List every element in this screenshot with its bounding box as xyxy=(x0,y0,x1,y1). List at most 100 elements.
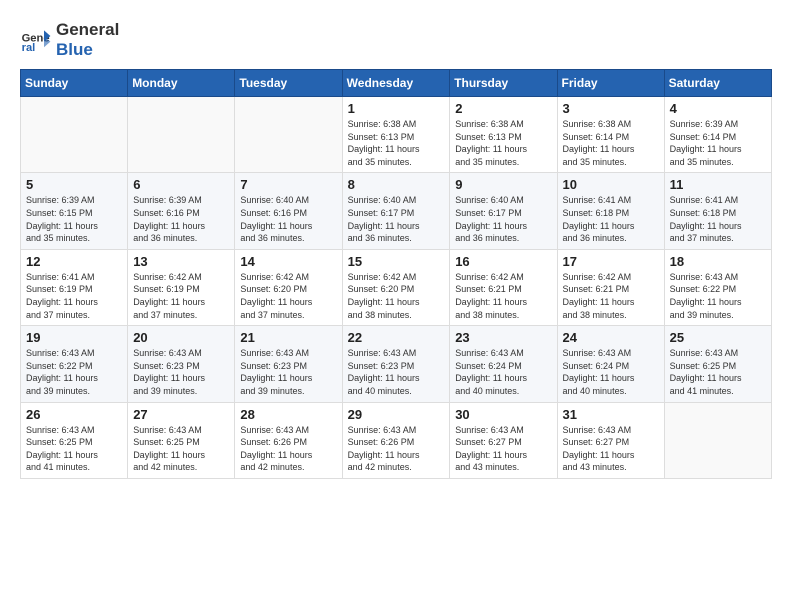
day-number: 2 xyxy=(455,101,551,116)
calendar-cell: 30 Sunrise: 6:43 AM Sunset: 6:27 PM Dayli… xyxy=(450,402,557,478)
calendar-cell: 20Sunrise: 6:43 AM Sunset: 6:23 PM Dayli… xyxy=(128,326,235,402)
calendar-cell: 26 Sunrise: 6:43 AM Sunset: 6:25 PM Dayli… xyxy=(21,402,128,478)
calendar-cell: 3 Sunrise: 6:38 AM Sunset: 6:14 PM Daylig… xyxy=(557,97,664,173)
day-number: 24 xyxy=(563,330,659,345)
calendar-cell: 27 Sunrise: 6:43 AM Sunset: 6:25 PM Dayli… xyxy=(128,402,235,478)
calendar-cell: 23 Sunrise: 6:43 AM Sunset: 6:24 PM Dayli… xyxy=(450,326,557,402)
calendar-cell: 2 Sunrise: 6:38 AM Sunset: 6:13 PM Daylig… xyxy=(450,97,557,173)
calendar-table: SundayMondayTuesdayWednesdayThursdayFrid… xyxy=(20,69,772,479)
day-number: 23 xyxy=(455,330,551,345)
logo-text-general: General xyxy=(56,20,119,40)
logo-text-blue: Blue xyxy=(56,40,119,60)
day-info: Sunrise: 6:43 AM Sunset: 6:24 PM Dayligh… xyxy=(563,347,659,397)
calendar-cell: 8Sunrise: 6:40 AM Sunset: 6:17 PM Daylig… xyxy=(342,173,450,249)
day-info: Sunrise: 6:42 AM Sunset: 6:20 PM Dayligh… xyxy=(348,271,445,321)
day-info: Sunrise: 6:38 AM Sunset: 6:13 PM Dayligh… xyxy=(455,118,551,168)
calendar-cell: 5 Sunrise: 6:39 AM Sunset: 6:15 PM Daylig… xyxy=(21,173,128,249)
calendar-cell xyxy=(235,97,342,173)
calendar-cell: 21 Sunrise: 6:43 AM Sunset: 6:23 PM Dayli… xyxy=(235,326,342,402)
calendar-week-row: 19 Sunrise: 6:43 AM Sunset: 6:22 PM Dayli… xyxy=(21,326,772,402)
day-number: 30 xyxy=(455,407,551,422)
day-number: 16 xyxy=(455,254,551,269)
calendar-day-header: Wednesday xyxy=(342,70,450,97)
day-info: Sunrise: 6:38 AM Sunset: 6:13 PM Dayligh… xyxy=(348,118,445,168)
day-info: Sunrise: 6:43 AM Sunset: 6:22 PM Dayligh… xyxy=(26,347,122,397)
day-number: 15 xyxy=(348,254,445,269)
calendar-day-header: Sunday xyxy=(21,70,128,97)
day-info: Sunrise: 6:43 AM Sunset: 6:26 PM Dayligh… xyxy=(348,424,445,474)
day-info: Sunrise: 6:43 AM Sunset: 6:27 PM Dayligh… xyxy=(455,424,551,474)
day-number: 11 xyxy=(670,177,766,192)
day-info: Sunrise: 6:42 AM Sunset: 6:20 PM Dayligh… xyxy=(240,271,336,321)
day-number: 18 xyxy=(670,254,766,269)
day-info: Sunrise: 6:43 AM Sunset: 6:25 PM Dayligh… xyxy=(133,424,229,474)
day-info: Sunrise: 6:43 AM Sunset: 6:27 PM Dayligh… xyxy=(563,424,659,474)
calendar-week-row: 1Sunrise: 6:38 AM Sunset: 6:13 PM Daylig… xyxy=(21,97,772,173)
calendar-week-row: 5 Sunrise: 6:39 AM Sunset: 6:15 PM Daylig… xyxy=(21,173,772,249)
day-number: 5 xyxy=(26,177,122,192)
day-number: 12 xyxy=(26,254,122,269)
day-number: 29 xyxy=(348,407,445,422)
calendar-cell: 10Sunrise: 6:41 AM Sunset: 6:18 PM Dayli… xyxy=(557,173,664,249)
calendar-day-header: Friday xyxy=(557,70,664,97)
day-number: 13 xyxy=(133,254,229,269)
day-info: Sunrise: 6:42 AM Sunset: 6:19 PM Dayligh… xyxy=(133,271,229,321)
day-info: Sunrise: 6:40 AM Sunset: 6:16 PM Dayligh… xyxy=(240,194,336,244)
day-number: 14 xyxy=(240,254,336,269)
calendar-cell: 17Sunrise: 6:42 AM Sunset: 6:21 PM Dayli… xyxy=(557,249,664,325)
day-info: Sunrise: 6:40 AM Sunset: 6:17 PM Dayligh… xyxy=(455,194,551,244)
calendar-cell: 29 Sunrise: 6:43 AM Sunset: 6:26 PM Dayli… xyxy=(342,402,450,478)
calendar-day-header: Saturday xyxy=(664,70,771,97)
calendar-cell: 6Sunrise: 6:39 AM Sunset: 6:16 PM Daylig… xyxy=(128,173,235,249)
calendar-cell: 15 Sunrise: 6:42 AM Sunset: 6:20 PM Dayli… xyxy=(342,249,450,325)
day-info: Sunrise: 6:39 AM Sunset: 6:14 PM Dayligh… xyxy=(670,118,766,168)
calendar-day-header: Monday xyxy=(128,70,235,97)
day-number: 25 xyxy=(670,330,766,345)
calendar-cell: 19 Sunrise: 6:43 AM Sunset: 6:22 PM Dayli… xyxy=(21,326,128,402)
day-info: Sunrise: 6:43 AM Sunset: 6:22 PM Dayligh… xyxy=(670,271,766,321)
calendar-cell: 11Sunrise: 6:41 AM Sunset: 6:18 PM Dayli… xyxy=(664,173,771,249)
calendar-cell: 24 Sunrise: 6:43 AM Sunset: 6:24 PM Dayli… xyxy=(557,326,664,402)
day-info: Sunrise: 6:41 AM Sunset: 6:19 PM Dayligh… xyxy=(26,271,122,321)
calendar-cell: 18 Sunrise: 6:43 AM Sunset: 6:22 PM Dayli… xyxy=(664,249,771,325)
day-info: Sunrise: 6:43 AM Sunset: 6:25 PM Dayligh… xyxy=(26,424,122,474)
day-info: Sunrise: 6:43 AM Sunset: 6:24 PM Dayligh… xyxy=(455,347,551,397)
day-info: Sunrise: 6:39 AM Sunset: 6:15 PM Dayligh… xyxy=(26,194,122,244)
calendar-cell: 22Sunrise: 6:43 AM Sunset: 6:23 PM Dayli… xyxy=(342,326,450,402)
calendar-cell xyxy=(664,402,771,478)
logo-icon: Gene ral xyxy=(20,24,52,56)
day-info: Sunrise: 6:38 AM Sunset: 6:14 PM Dayligh… xyxy=(563,118,659,168)
calendar-cell xyxy=(21,97,128,173)
day-number: 21 xyxy=(240,330,336,345)
day-number: 20 xyxy=(133,330,229,345)
calendar-cell: 1Sunrise: 6:38 AM Sunset: 6:13 PM Daylig… xyxy=(342,97,450,173)
logo: Gene ral General Blue xyxy=(20,20,119,59)
day-number: 4 xyxy=(670,101,766,116)
calendar-week-row: 12 Sunrise: 6:41 AM Sunset: 6:19 PM Dayli… xyxy=(21,249,772,325)
day-number: 28 xyxy=(240,407,336,422)
calendar-cell: 31Sunrise: 6:43 AM Sunset: 6:27 PM Dayli… xyxy=(557,402,664,478)
calendar-cell: 12 Sunrise: 6:41 AM Sunset: 6:19 PM Dayli… xyxy=(21,249,128,325)
day-number: 26 xyxy=(26,407,122,422)
day-number: 8 xyxy=(348,177,445,192)
svg-text:ral: ral xyxy=(22,42,36,54)
day-number: 7 xyxy=(240,177,336,192)
calendar-cell: 28 Sunrise: 6:43 AM Sunset: 6:26 PM Dayli… xyxy=(235,402,342,478)
day-number: 27 xyxy=(133,407,229,422)
calendar-cell: 13 Sunrise: 6:42 AM Sunset: 6:19 PM Dayli… xyxy=(128,249,235,325)
day-info: Sunrise: 6:43 AM Sunset: 6:26 PM Dayligh… xyxy=(240,424,336,474)
day-number: 9 xyxy=(455,177,551,192)
calendar-cell: 14 Sunrise: 6:42 AM Sunset: 6:20 PM Dayli… xyxy=(235,249,342,325)
calendar-body: 1Sunrise: 6:38 AM Sunset: 6:13 PM Daylig… xyxy=(21,97,772,479)
day-number: 6 xyxy=(133,177,229,192)
day-info: Sunrise: 6:43 AM Sunset: 6:23 PM Dayligh… xyxy=(240,347,336,397)
calendar-week-row: 26 Sunrise: 6:43 AM Sunset: 6:25 PM Dayli… xyxy=(21,402,772,478)
calendar-cell: 7 Sunrise: 6:40 AM Sunset: 6:16 PM Daylig… xyxy=(235,173,342,249)
calendar-cell: 9 Sunrise: 6:40 AM Sunset: 6:17 PM Daylig… xyxy=(450,173,557,249)
day-number: 10 xyxy=(563,177,659,192)
day-number: 19 xyxy=(26,330,122,345)
day-info: Sunrise: 6:42 AM Sunset: 6:21 PM Dayligh… xyxy=(563,271,659,321)
day-number: 3 xyxy=(563,101,659,116)
calendar-cell: 4 Sunrise: 6:39 AM Sunset: 6:14 PM Daylig… xyxy=(664,97,771,173)
day-number: 22 xyxy=(348,330,445,345)
